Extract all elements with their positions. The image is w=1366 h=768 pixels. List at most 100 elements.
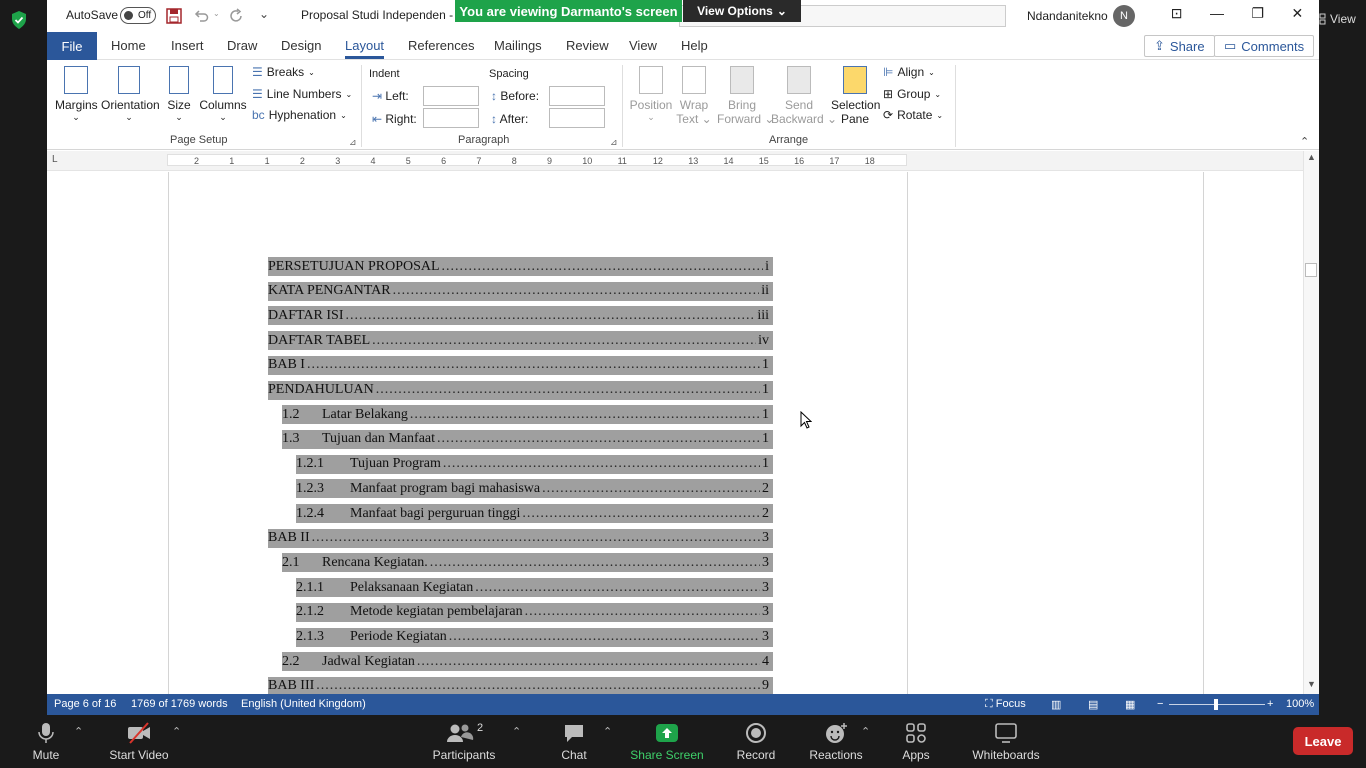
line-numbers-button[interactable]: ☰ Line Numbers ⌄ [252, 87, 352, 101]
toc-entry[interactable]: KATA PENGANTAR..........................… [268, 281, 773, 301]
selection-pane-button[interactable]: Selection Pane [831, 66, 880, 126]
reactions-button[interactable]: Reactions [806, 715, 866, 768]
rotate-button[interactable]: ⟳ Rotate ⌄ [883, 108, 943, 122]
undo-icon[interactable] [193, 8, 209, 24]
toc-entry[interactable]: PERSETUJUAN PROPOSAL....................… [268, 257, 773, 276]
read-mode-icon[interactable]: ▥ [1051, 698, 1061, 711]
toc-entry[interactable]: 2.1.3 Periode Kegiatan...................… [296, 627, 773, 647]
indent-left-input[interactable] [423, 86, 479, 106]
chevron-up-icon[interactable]: ⌃ [512, 725, 521, 738]
zoom-in-icon[interactable]: + [1267, 698, 1273, 710]
language[interactable]: English (United Kingdom) [241, 698, 366, 710]
toc-entry[interactable]: 1.3 Tujuan dan Manfaat...................… [282, 429, 773, 449]
toc-entry[interactable]: 1.2.4 Manfaat bagi perguruan tinggi......… [296, 504, 773, 523]
toc-entry[interactable]: PENDAHULUAN.............................… [268, 380, 773, 400]
ruler-number: 7 [476, 156, 482, 166]
scroll-down-icon[interactable]: ▼ [1307, 679, 1316, 689]
collapse-ribbon-icon[interactable]: ⌃ [1300, 135, 1309, 148]
mute-button[interactable]: Mute [24, 715, 68, 768]
page-count[interactable]: Page 6 of 16 [54, 698, 116, 710]
apps-button[interactable]: Apps [894, 715, 938, 768]
tab-references[interactable]: References [408, 38, 474, 53]
tab-design[interactable]: Design [281, 38, 321, 53]
start-video-button[interactable]: Start Video [104, 715, 174, 768]
toc-entry[interactable]: BAB II..................................… [268, 528, 773, 548]
tab-insert[interactable]: Insert [171, 38, 204, 53]
spacing-before-input[interactable] [549, 86, 605, 106]
size-button[interactable]: Size ⌄ [165, 66, 193, 123]
indent-right-input[interactable] [423, 108, 479, 128]
share-button[interactable]: ⇪ Share [1144, 35, 1215, 57]
chevron-up-icon[interactable]: ⌃ [74, 725, 83, 738]
send-backward-button[interactable]: Send Backward ⌄ [771, 66, 837, 126]
tab-home[interactable]: Home [111, 38, 146, 53]
toc-entry[interactable]: 2.1 Rencana Kegiatan.....................… [282, 553, 773, 573]
align-button[interactable]: ⊫ Align ⌄ [883, 65, 935, 79]
hyphenation-button[interactable]: bc Hyphenation ⌄ [252, 108, 347, 122]
share-screen-button[interactable]: Share Screen [628, 715, 706, 768]
scroll-up-icon[interactable]: ▲ [1307, 152, 1316, 162]
restore-icon[interactable]: ❐ [1251, 5, 1264, 27]
spacing-after-input[interactable] [549, 108, 605, 128]
tab-help[interactable]: Help [681, 38, 708, 53]
margins-button[interactable]: Margins ⌄ [55, 66, 98, 123]
toc-entry[interactable]: DAFTAR TABEL............................… [268, 331, 773, 351]
paragraph-launcher-icon[interactable]: ⊿ [610, 137, 618, 148]
view-options-button[interactable]: View Options ⌄ [683, 0, 801, 22]
tab-layout[interactable]: Layout [345, 38, 385, 59]
record-button[interactable]: Record [734, 715, 778, 768]
page[interactable]: PERSETUJUAN PROPOSAL....................… [168, 172, 908, 696]
chevron-up-icon[interactable]: ⌃ [603, 725, 612, 738]
tab-mailings[interactable]: Mailings [494, 38, 542, 53]
chevron-up-icon[interactable]: ⌃ [861, 725, 870, 738]
ribbon-display-icon[interactable]: ⊡ [1171, 5, 1183, 27]
columns-button[interactable]: Columns ⌄ [199, 66, 247, 123]
tab-review[interactable]: Review [566, 38, 609, 53]
tab-selector-icon[interactable]: L [52, 154, 58, 165]
breaks-button[interactable]: ☰ Breaks ⌄ [252, 65, 315, 79]
toc-entry[interactable]: 1.2.1 Tujuan Program.....................… [296, 454, 773, 474]
scrollbar-thumb[interactable] [1305, 263, 1317, 277]
comments-button[interactable]: ▭ Comments [1214, 35, 1315, 57]
save-icon[interactable] [166, 8, 182, 24]
status-bar: Page 6 of 16 1769 of 1769 words English … [47, 694, 1319, 715]
leave-button[interactable]: Leave [1293, 727, 1353, 755]
selection-pane-icon [843, 66, 867, 94]
zoom-level[interactable]: 100% [1286, 698, 1314, 710]
bring-forward-button[interactable]: Bring Forward ⌄ [717, 66, 774, 126]
word-count[interactable]: 1769 of 1769 words [131, 698, 228, 710]
whiteboards-button[interactable]: Whiteboards [966, 715, 1046, 768]
page-setup-launcher-icon[interactable]: ⊿ [349, 137, 357, 148]
chat-button[interactable]: Chat [552, 715, 596, 768]
group-button[interactable]: ⊞ Group ⌄ [883, 87, 941, 101]
participants-button[interactable]: 2 Participants [428, 715, 500, 768]
tab-file[interactable]: File [47, 32, 97, 60]
print-layout-icon[interactable]: ▤ [1088, 698, 1098, 711]
position-button[interactable]: Position ⌄ [629, 66, 673, 123]
undo-dropdown-icon[interactable]: ⌄ [213, 9, 220, 18]
zoom-slider-thumb[interactable] [1214, 699, 1218, 710]
toc-entry[interactable]: 1.2.3 Manfaat program bagi mahasiswa.....… [296, 479, 773, 499]
ruler-track[interactable]: 2 1 1 2 3 4 5 6 7 8 9 10 11 12 13 14 15 16 17 18 [167, 154, 907, 166]
close-icon[interactable]: ✕ [1291, 5, 1303, 27]
orientation-button[interactable]: Orientation ⌄ [101, 66, 160, 123]
toc-entry[interactable]: 2.2 Jadwal Kegiatan......................… [282, 652, 773, 672]
toc-entry[interactable]: 1.2 Latar Belakang.......................… [282, 405, 773, 425]
web-layout-icon[interactable]: ▦ [1125, 698, 1135, 711]
customize-qat-icon[interactable]: ⌄ [259, 7, 269, 21]
tab-view[interactable]: View [629, 38, 657, 53]
toc-entry[interactable]: DAFTAR ISI..............................… [268, 306, 773, 326]
focus-button[interactable]: ⛶ Focus [985, 698, 1026, 711]
toc-entry[interactable]: 2.1.1 Pelaksanaan Kegiatan...............… [296, 578, 773, 598]
vertical-scrollbar[interactable]: ▲ ▼ [1303, 151, 1319, 694]
redo-icon[interactable] [229, 8, 245, 24]
avatar[interactable]: N [1113, 5, 1135, 27]
wrap-text-button[interactable]: Wrap Text ⌄ [675, 66, 713, 126]
minimize-icon[interactable]: — [1210, 5, 1224, 27]
zoom-out-icon[interactable]: − [1157, 698, 1163, 710]
toc-entry[interactable]: BAB I...................................… [268, 355, 773, 375]
chevron-up-icon[interactable]: ⌃ [172, 725, 181, 738]
autosave-toggle[interactable]: Off [120, 7, 156, 24]
tab-draw[interactable]: Draw [227, 38, 257, 53]
toc-entry[interactable]: 2.1.2 Metode kegiatan pembelajaran.......… [296, 602, 773, 622]
